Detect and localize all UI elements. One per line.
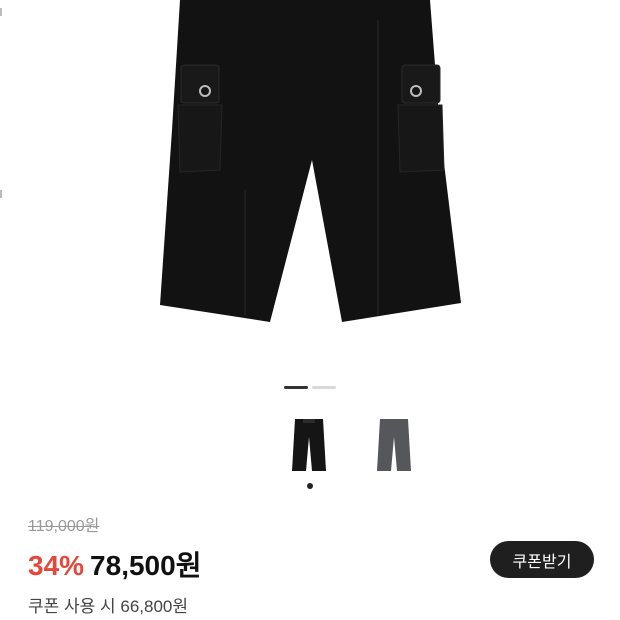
color-options bbox=[285, 415, 418, 475]
selected-option-indicator bbox=[307, 483, 313, 489]
scroll-edge-mark bbox=[0, 8, 2, 16]
sale-price-line: 34% 78,500원 bbox=[28, 544, 201, 584]
gray-cargo-pants-icon bbox=[377, 419, 411, 471]
black-cargo-pants-icon bbox=[292, 419, 326, 471]
original-price: 119,000원 bbox=[28, 518, 100, 535]
carousel-indicator-inactive[interactable] bbox=[312, 386, 336, 389]
black-cargo-pants-image bbox=[160, 0, 461, 322]
color-option-black[interactable] bbox=[285, 415, 333, 475]
coupon-price: 쿠폰 사용 시 66,800원 bbox=[28, 597, 189, 616]
image-carousel-indicator bbox=[284, 386, 336, 389]
carousel-indicator-active[interactable] bbox=[284, 386, 308, 389]
discount-rate: 34% bbox=[28, 550, 85, 581]
color-option-gray[interactable] bbox=[370, 415, 418, 475]
sale-price: 78,500원 bbox=[90, 550, 202, 581]
price-block: 119,000원 34% 78,500원 쿠폰 사용 시 66,800원 bbox=[28, 512, 201, 617]
get-coupon-button[interactable]: 쿠폰받기 bbox=[490, 541, 594, 578]
scroll-edge-mark bbox=[0, 190, 2, 198]
product-main-image[interactable] bbox=[0, 0, 620, 375]
